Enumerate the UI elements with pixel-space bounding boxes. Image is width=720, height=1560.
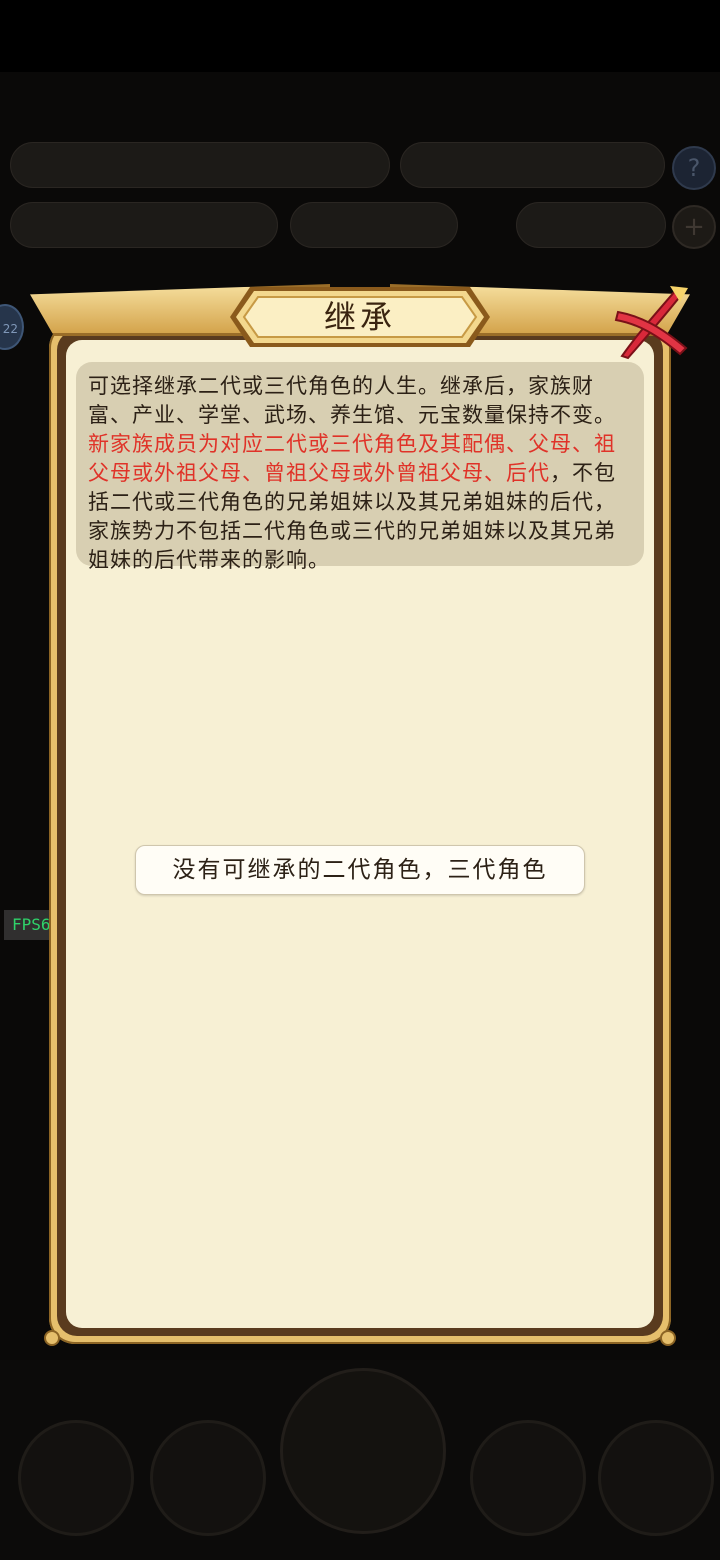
corner-ornament <box>44 1330 60 1346</box>
add-icon: + <box>672 205 716 249</box>
description-intro: 可选择继承二代或三代角色的人生。继承后，家族财富、产业、学堂、武场、养生馆、元宝… <box>88 374 616 427</box>
nav-center-circle <box>280 1368 446 1534</box>
empty-state-message: 没有可继承的二代角色，三代角色 <box>135 845 585 895</box>
help-icon: ? <box>672 146 716 190</box>
nav-circle-5 <box>598 1420 714 1536</box>
close-x-icon <box>614 286 688 360</box>
bg-age-bar <box>290 202 458 248</box>
bg-currency-bar <box>400 142 665 188</box>
corner-ornament <box>660 1330 676 1346</box>
title-plaque: 继承 <box>216 285 504 349</box>
avatar-badge: 22 <box>0 304 24 350</box>
status-bar-area <box>0 0 720 72</box>
description-highlight: 新家族成员为对应二代或三代角色及其配偶、父母、祖父母或外祖父母、曾祖父母或外曾祖… <box>88 432 616 485</box>
inheritance-description: 可选择继承二代或三代角色的人生。继承后，家族财富、产业、学堂、武场、养生馆、元宝… <box>76 362 644 572</box>
nav-circle-4 <box>470 1420 586 1536</box>
dialog-title: 继承 <box>323 298 396 336</box>
bg-family-power-bar <box>10 142 390 188</box>
nav-circle-2 <box>150 1420 266 1536</box>
close-button[interactable] <box>610 282 690 360</box>
game-screen: ? + 22 FPS60 继承 可选择继承二代或三代角色的人生。继承后，家族财富… <box>0 0 720 1560</box>
bg-family-members-bar <box>10 202 278 248</box>
nav-circle-1 <box>18 1420 134 1536</box>
bg-gold-bar <box>516 202 666 248</box>
